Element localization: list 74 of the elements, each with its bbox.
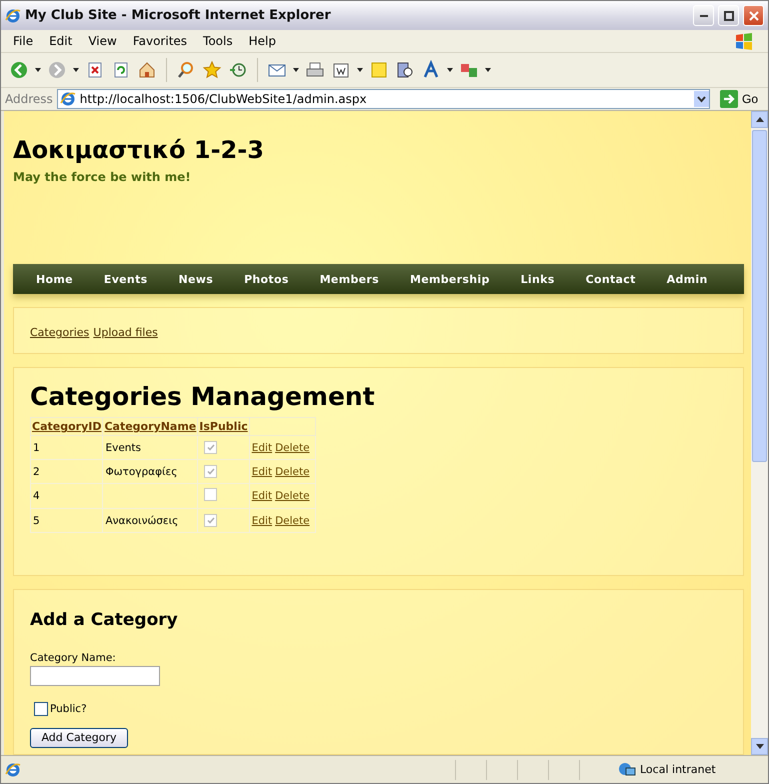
caret-icon[interactable] xyxy=(447,68,453,72)
nav-link[interactable]: Admin xyxy=(646,272,718,286)
table-cell: 1 xyxy=(33,442,40,454)
nav-link[interactable]: Links xyxy=(500,272,565,286)
menu-item[interactable]: Favorites xyxy=(124,34,196,48)
menu-item[interactable]: View xyxy=(80,34,125,48)
nav-link[interactable]: Members xyxy=(298,272,389,286)
form-heading: Add a Category xyxy=(30,610,179,630)
row-action-link[interactable]: Delete xyxy=(275,514,310,527)
nav-link[interactable]: Contact xyxy=(564,272,646,286)
letter-a-icon[interactable] xyxy=(421,60,441,80)
row-action-link[interactable]: Edit xyxy=(252,442,272,454)
go-button[interactable]: Go xyxy=(714,90,764,108)
caret-icon[interactable] xyxy=(293,68,299,72)
table-cell: Ανακοινώσεις xyxy=(105,514,178,527)
star-icon[interactable] xyxy=(202,60,222,80)
menu-item[interactable]: Edit xyxy=(41,34,80,48)
menu-item[interactable]: Tools xyxy=(195,34,241,48)
table-cell: 2 xyxy=(33,466,40,478)
add-category-button[interactable]: Add Category xyxy=(30,728,128,748)
caret-icon[interactable] xyxy=(357,68,363,72)
globe-e-icon xyxy=(5,8,21,24)
address-url: http://localhost:1506/ClubWebSite1/admin.aspx xyxy=(80,92,368,106)
scrollbar[interactable] xyxy=(751,111,768,755)
window-title: My Club Site - Microsoft Internet Explorer xyxy=(25,8,332,23)
field-label: Category Name: xyxy=(30,652,117,664)
nav-link[interactable]: Photos xyxy=(223,272,299,286)
windows-flag-icon xyxy=(734,32,754,50)
nav-link[interactable]: Events xyxy=(82,272,158,286)
maximize-icon xyxy=(724,10,734,20)
down-arrow-icon[interactable] xyxy=(756,744,764,749)
table-cell: 4 xyxy=(33,490,40,502)
nav-link[interactable]: Membership xyxy=(388,272,500,286)
close-button[interactable] xyxy=(743,5,764,26)
caret-icon[interactable] xyxy=(73,68,79,72)
address-label: Address xyxy=(5,92,53,106)
caret-icon[interactable] xyxy=(35,68,41,72)
globe-e-icon xyxy=(60,91,76,107)
up-arrow-icon[interactable] xyxy=(756,117,764,122)
maximize-button[interactable] xyxy=(718,5,739,26)
minimize-icon xyxy=(700,14,708,16)
checkbox-label: Public? xyxy=(50,703,87,716)
checkmark-icon xyxy=(206,468,215,476)
site-title: Δοκιμαστικό 1-2-3 xyxy=(13,136,265,164)
checkmark-icon xyxy=(206,444,215,452)
input-field[interactable] xyxy=(30,666,160,686)
home-icon[interactable] xyxy=(137,60,157,80)
globe-e-icon xyxy=(5,762,21,778)
row-action-link[interactable]: Delete xyxy=(275,466,310,478)
menu-item[interactable]: File xyxy=(5,34,42,48)
row-action-link[interactable]: Edit xyxy=(252,514,272,527)
minimize-button[interactable] xyxy=(693,5,714,26)
section-heading: Categories Management xyxy=(30,382,376,412)
address-field[interactable]: http://localhost:1506/ClubWebSite1/admin.aspx xyxy=(56,89,710,109)
checkmark-icon xyxy=(206,517,215,524)
row-action-link[interactable]: Edit xyxy=(252,490,272,502)
row-action-link[interactable]: Delete xyxy=(275,490,310,502)
site-tagline: May the force be with me! xyxy=(13,170,192,184)
table-cell: Φωτογραφίες xyxy=(105,466,178,478)
close-icon xyxy=(748,10,758,20)
table-cell: Events xyxy=(105,442,142,454)
submenu-link[interactable]: Categories xyxy=(30,326,90,340)
row-action-link[interactable]: Delete xyxy=(275,442,310,454)
submenu-link[interactable]: Upload files xyxy=(93,326,158,340)
search-icon[interactable] xyxy=(176,60,196,80)
dropdown-icon[interactable] xyxy=(694,91,709,107)
checkbox[interactable] xyxy=(34,702,48,716)
row-action-link[interactable]: Edit xyxy=(252,466,272,478)
menu-item[interactable]: Help xyxy=(240,34,284,48)
status-zone: Local intranet xyxy=(640,763,717,776)
caret-icon[interactable] xyxy=(485,68,491,72)
nav-link[interactable]: News xyxy=(157,272,224,286)
table-cell: 5 xyxy=(33,514,40,527)
nav-link[interactable]: Home xyxy=(15,272,83,286)
